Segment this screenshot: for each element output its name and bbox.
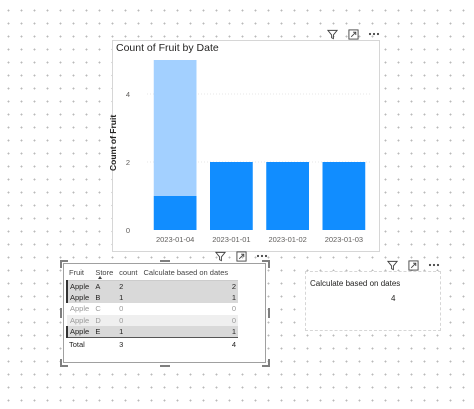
total-label: Total <box>67 337 94 351</box>
y-tick-label: 0 <box>126 226 130 235</box>
resize-handle-left[interactable] <box>60 308 62 318</box>
bar-highlighted[interactable] <box>210 162 253 230</box>
bar-highlighted[interactable] <box>153 196 197 230</box>
cell-count: 1 <box>117 291 142 304</box>
table-row[interactable]: Apple D 0 0 <box>67 314 238 327</box>
bar-unhighlighted[interactable] <box>153 60 197 196</box>
table-total-row: Total 3 4 <box>67 337 238 351</box>
resize-handle-right[interactable] <box>268 308 270 318</box>
x-tick-label: 2023-01-04 <box>156 235 194 244</box>
focus-mode-icon[interactable] <box>407 259 419 271</box>
resize-handle-top-left[interactable] <box>60 260 62 268</box>
cell-store: D <box>93 314 118 327</box>
cell-fruit: Apple <box>67 314 94 327</box>
data-table: Fruit Store count Calculate based on dat… <box>65 266 238 351</box>
resize-handle-bottom-right[interactable] <box>268 359 270 367</box>
cell-store: A <box>93 280 118 292</box>
x-tick-label: 2023-01-02 <box>268 235 306 244</box>
cell-calc: 1 <box>141 291 238 304</box>
table-row[interactable]: Apple C 0 0 <box>67 303 238 315</box>
resize-handle-bottom[interactable] <box>160 365 170 367</box>
resize-handle-top[interactable] <box>160 260 170 262</box>
table-row[interactable]: Apple B 1 1 <box>65 291 238 304</box>
bar-highlighted[interactable] <box>322 162 366 230</box>
cell-count: 2 <box>117 280 142 292</box>
column-header-count[interactable]: count <box>117 266 142 281</box>
card-title: Calculate based on dates <box>310 279 401 288</box>
total-calc: 4 <box>141 337 238 351</box>
card-visual-header <box>386 259 440 271</box>
filter-icon[interactable] <box>386 259 398 271</box>
x-tick-label: 2023-01-01 <box>212 235 250 244</box>
bar-highlighted[interactable] <box>266 162 309 230</box>
table-visual-header <box>214 250 268 262</box>
cell-count: 0 <box>117 314 142 327</box>
cell-calc: 0 <box>141 314 238 327</box>
column-header-calculate[interactable]: Calculate based on dates <box>141 266 238 281</box>
cell-store: C <box>93 303 118 315</box>
sort-ascending-icon[interactable] <box>98 276 102 279</box>
total-store <box>93 337 118 351</box>
cell-calc: 0 <box>141 303 238 315</box>
y-tick-label: 2 <box>126 158 130 167</box>
column-header-fruit[interactable]: Fruit <box>67 266 94 281</box>
x-tick-label: 2023-01-03 <box>325 235 363 244</box>
cell-store: E <box>93 326 118 338</box>
column-header-store[interactable]: Store <box>93 266 118 281</box>
cell-count: 1 <box>117 326 142 338</box>
cell-count: 0 <box>117 303 142 315</box>
resize-handle-bottom-left[interactable] <box>60 359 62 367</box>
filter-icon[interactable] <box>214 250 226 262</box>
total-count: 3 <box>117 337 142 351</box>
table-header-row: Fruit Store count Calculate based on dat… <box>67 266 238 281</box>
cell-store: B <box>93 291 118 304</box>
card-value: 4 <box>391 294 396 303</box>
more-options-icon[interactable] <box>428 259 440 271</box>
cell-fruit: Apple <box>65 280 94 292</box>
cell-fruit: Apple <box>67 303 94 315</box>
cell-calc: 1 <box>141 326 238 338</box>
focus-mode-icon[interactable] <box>235 250 247 262</box>
cell-calc: 2 <box>141 280 238 292</box>
cell-fruit: Apple <box>65 291 94 304</box>
cell-fruit: Apple <box>65 326 94 338</box>
more-options-icon[interactable] <box>256 250 268 262</box>
y-tick-label: 4 <box>126 90 130 99</box>
table-row[interactable]: Apple E 1 1 <box>65 326 238 338</box>
table-row[interactable]: Apple A 2 2 <box>65 280 238 292</box>
resize-handle-top-right[interactable] <box>268 260 270 268</box>
